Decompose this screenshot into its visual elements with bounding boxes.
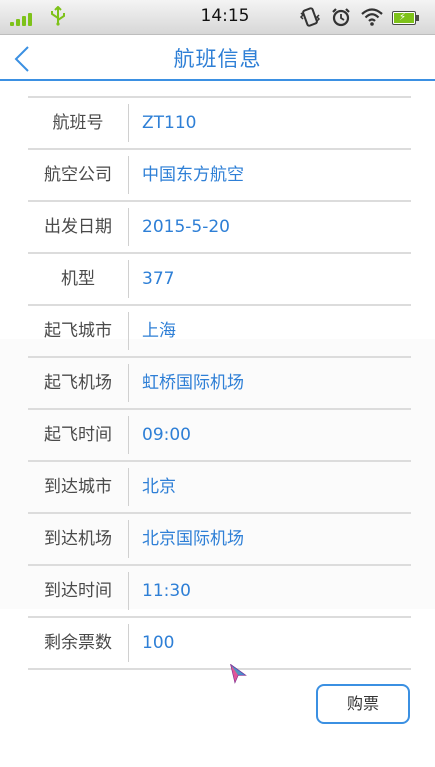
- row-label: 航班号: [52, 113, 104, 133]
- table-row: 机型 377: [28, 252, 411, 304]
- row-label: 航空公司: [44, 165, 112, 185]
- flight-detail-content: 航班号 ZT110 航空公司 中国东方航空 出发日期 2015-5-20 机型 …: [0, 81, 435, 767]
- row-value: 11:30: [142, 581, 191, 601]
- table-row: 出发日期 2015-5-20: [28, 200, 411, 252]
- row-label: 起飞时间: [44, 425, 112, 445]
- usb-icon: [51, 6, 65, 26]
- phone-screen: 14:15 ⚡ 航班信息 航班号 ZT110 航空公司 中国东方航空 出发日期 …: [0, 0, 435, 767]
- row-label: 剩余票数: [44, 633, 112, 653]
- table-row: 到达机场 北京国际机场: [28, 512, 411, 564]
- table-row: 航班号 ZT110: [28, 96, 411, 148]
- row-value: 中国东方航空: [142, 165, 244, 185]
- status-bar: 14:15 ⚡: [0, 0, 435, 35]
- status-time: 14:15: [200, 6, 250, 26]
- row-value: 北京国际机场: [142, 529, 244, 549]
- row-label: 出发日期: [44, 217, 112, 237]
- row-value: 2015-5-20: [142, 217, 230, 237]
- signal-icon: [10, 10, 40, 26]
- table-row: 起飞时间 09:00: [28, 408, 411, 460]
- table-row: 起飞城市 上海: [28, 304, 411, 356]
- wifi-icon: [361, 8, 383, 26]
- mouse-cursor-icon: [230, 664, 247, 684]
- row-value: 100: [142, 633, 175, 653]
- row-value: 北京: [142, 477, 176, 497]
- flight-info-table: 航班号 ZT110 航空公司 中国东方航空 出发日期 2015-5-20 机型 …: [28, 96, 411, 670]
- row-value: 虹桥国际机场: [142, 373, 244, 393]
- row-label: 到达机场: [44, 529, 112, 549]
- vibrate-icon: [299, 7, 321, 27]
- table-row: 剩余票数 100: [28, 616, 411, 670]
- row-label: 机型: [61, 269, 95, 289]
- row-value: 377: [142, 269, 175, 289]
- table-row: 航空公司 中国东方航空: [28, 148, 411, 200]
- nav-bar: 航班信息: [0, 35, 435, 81]
- table-row: 起飞机场 虹桥国际机场: [28, 356, 411, 408]
- row-value: 上海: [142, 321, 176, 341]
- row-label: 到达城市: [44, 477, 112, 497]
- row-value: 09:00: [142, 425, 191, 445]
- row-label: 起飞机场: [44, 373, 112, 393]
- row-label: 到达时间: [44, 581, 112, 601]
- row-label: 起飞城市: [44, 321, 112, 341]
- alarm-icon: [332, 8, 350, 27]
- row-value: ZT110: [142, 113, 197, 133]
- table-row: 到达时间 11:30: [28, 564, 411, 616]
- page-title: 航班信息: [173, 47, 262, 71]
- battery-icon: ⚡: [392, 11, 419, 25]
- buy-ticket-button[interactable]: 购票: [316, 684, 410, 724]
- table-row: 到达城市 北京: [28, 460, 411, 512]
